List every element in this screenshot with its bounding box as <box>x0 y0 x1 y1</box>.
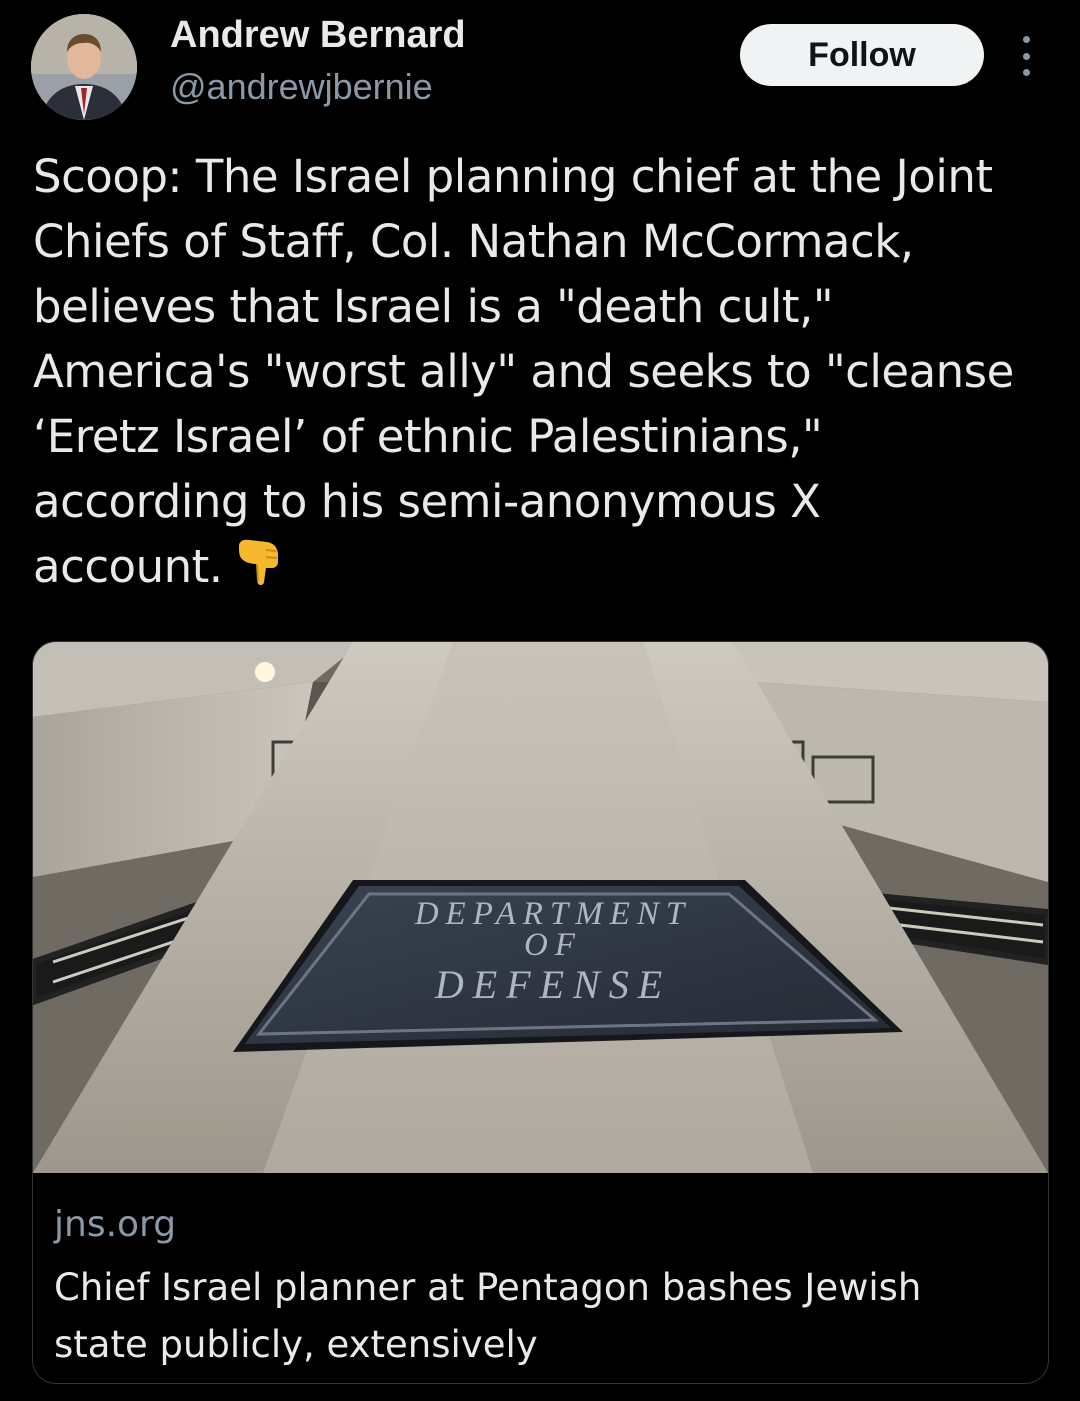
tweet-line: Chiefs of Staff, Col. Nathan McCormack, <box>33 215 914 268</box>
avatar[interactable] <box>31 14 137 120</box>
tweet-line: according to his semi-anonymous X <box>33 475 821 528</box>
follow-button[interactable]: Follow <box>740 24 984 86</box>
pointing-down-hand-icon <box>239 539 279 585</box>
card-title: Chief Israel planner at Pentagon bashes … <box>54 1266 922 1366</box>
tweet-line: believes that Israel is a "death cult," <box>33 280 834 333</box>
more-dot <box>1022 36 1030 43</box>
author-display-name[interactable]: Andrew Bernard <box>170 14 466 57</box>
card-image: DEPARTMENT OF DEFENSE <box>33 642 1048 1173</box>
avatar-photo <box>31 14 137 120</box>
plaque-line-3: DEFENSE <box>434 962 671 1007</box>
card-domain: jns.org <box>54 1204 177 1245</box>
plaque-line-2: OF <box>524 927 582 963</box>
more-dot <box>1022 69 1030 76</box>
tweet-line: America's "worst ally" and seeks to "cle… <box>33 345 1014 398</box>
link-card[interactable]: DEPARTMENT OF DEFENSE jns.org Chief Isra… <box>32 641 1049 1384</box>
author-handle[interactable]: @andrewjbernie <box>170 66 433 108</box>
tweet-line: Scoop: The Israel planning chief at the … <box>33 150 993 203</box>
more-dot <box>1022 52 1030 60</box>
tweet-text: Scoop: The Israel planning chief at the … <box>33 144 1053 599</box>
tweet-line-last: account. <box>33 534 1053 599</box>
more-vertical-icon[interactable] <box>1012 36 1040 76</box>
tweet-line: account. <box>33 540 223 593</box>
tweet-line: ‘Eretz Israel’ of ethnic Palestinians," <box>33 410 823 463</box>
